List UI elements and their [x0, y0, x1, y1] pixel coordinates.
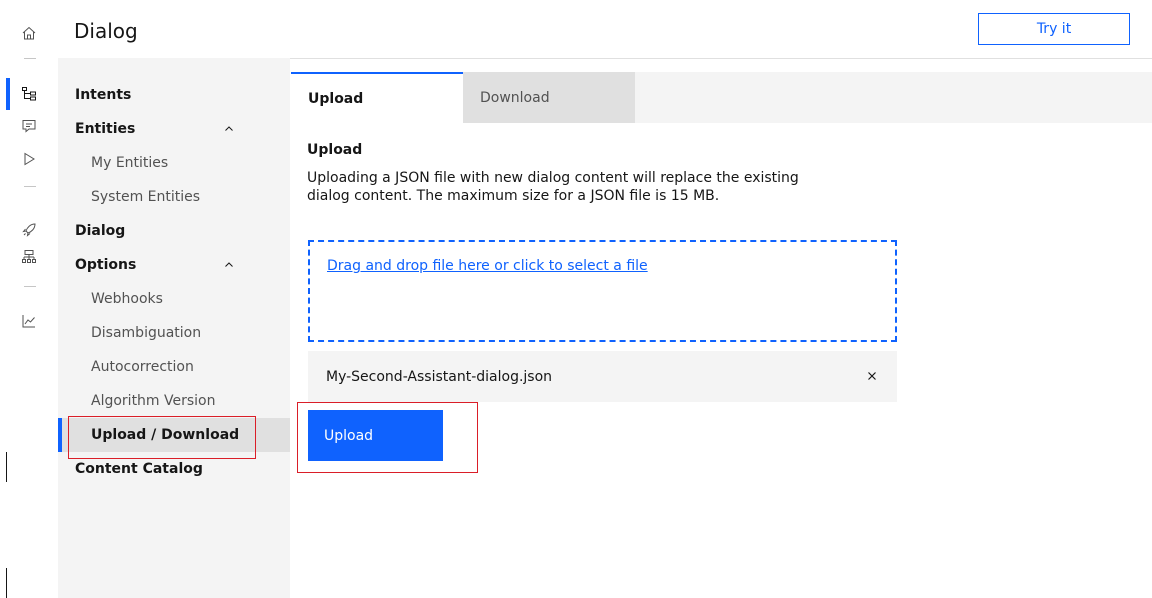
file-name: My-Second-Assistant-dialog.json [326, 368, 553, 385]
sidebar-item-entities[interactable]: Entities [58, 112, 290, 146]
sidebar-item-options[interactable]: Options [58, 248, 290, 282]
dialog-tree-icon[interactable] [0, 78, 58, 110]
rail-divider [24, 286, 36, 287]
sidebar-item-upload-download[interactable]: Upload / Download [58, 418, 290, 452]
chevron-up-icon[interactable] [224, 260, 234, 270]
sidebar-item-disambiguation[interactable]: Disambiguation [58, 316, 290, 350]
icon-rail [0, 0, 58, 598]
page-title: Dialog [74, 19, 138, 43]
upload-button[interactable]: Upload [308, 410, 443, 461]
sidebar-item-label: Dialog [75, 223, 126, 239]
page-header: Dialog Try it [58, 0, 1152, 59]
tab-download[interactable]: Download [463, 72, 635, 123]
sidebar-item-label: Disambiguation [91, 325, 202, 341]
sidebar-item-label: Algorithm Version [91, 393, 216, 409]
sidebar-item-dialog[interactable]: Dialog [58, 214, 290, 248]
sidebar-item-label: Upload / Download [91, 427, 240, 443]
select-file-link[interactable]: Drag and drop file here or click to sele… [327, 258, 648, 274]
selected-file-row: My-Second-Assistant-dialog.json [308, 351, 897, 402]
secondary-nav: Intents Entities My Entities System Enti… [58, 58, 290, 598]
play-icon[interactable] [0, 143, 58, 175]
try-it-button[interactable]: Try it [978, 13, 1130, 45]
sidebar-item-intents[interactable]: Intents [58, 78, 290, 112]
rail-edge [6, 452, 7, 482]
rail-edge [6, 568, 7, 598]
sidebar-item-label: Intents [75, 87, 132, 103]
chevron-up-icon[interactable] [224, 124, 234, 134]
close-icon[interactable] [863, 367, 881, 385]
sidebar-item-label: Webhooks [91, 291, 163, 307]
sidebar-item-my-entities[interactable]: My Entities [58, 146, 290, 180]
sidebar-item-autocorrection[interactable]: Autocorrection [58, 350, 290, 384]
sidebar-item-label: Options [75, 257, 137, 273]
rail-divider [24, 186, 36, 187]
section-description: Uploading a JSON file with new dialog co… [307, 170, 799, 204]
sidebar-item-label: Autocorrection [91, 359, 194, 375]
home-icon[interactable] [0, 17, 58, 49]
rail-divider [24, 58, 36, 59]
integrations-icon[interactable] [0, 241, 58, 273]
sidebar-item-label: System Entities [91, 189, 201, 205]
sidebar-item-algorithm-version[interactable]: Algorithm Version [58, 384, 290, 418]
sidebar-item-content-catalog[interactable]: Content Catalog [58, 452, 290, 486]
analytics-icon[interactable] [0, 305, 58, 337]
tab-upload[interactable]: Upload [291, 72, 463, 123]
chat-icon[interactable] [0, 110, 58, 142]
file-dropzone[interactable]: Drag and drop file here or click to sele… [308, 240, 897, 342]
sidebar-item-label: My Entities [91, 155, 169, 171]
sidebar-item-webhooks[interactable]: Webhooks [58, 282, 290, 316]
section-title: Upload [307, 142, 363, 158]
sidebar-item-label: Entities [75, 121, 136, 137]
sidebar-item-label: Content Catalog [75, 461, 203, 477]
tab-strip: Upload Download [291, 72, 1152, 123]
sidebar-item-system-entities[interactable]: System Entities [58, 180, 290, 214]
